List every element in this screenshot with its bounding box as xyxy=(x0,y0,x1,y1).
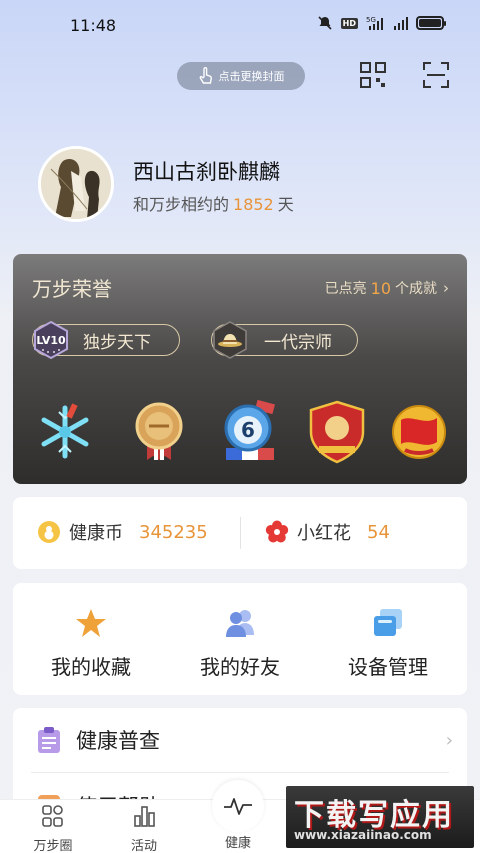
qr-code-icon[interactable] xyxy=(360,62,386,88)
honor-title-label: 一代宗师 xyxy=(264,332,332,353)
status-bar: 11:48 HD 5G xyxy=(0,0,480,52)
actions-card: 我的收藏 我的好友 设备管理 xyxy=(13,583,467,695)
red-flag-medal[interactable] xyxy=(387,400,451,464)
clipboard-icon xyxy=(38,727,60,753)
snowflake-medal[interactable] xyxy=(33,400,97,464)
watermark-logo: 下载写应用 www.xiazaiinao.com xyxy=(286,786,474,848)
red-flower-label: 小红花 xyxy=(297,523,351,544)
divider xyxy=(240,517,241,549)
change-cover-button[interactable]: 点击更换封面 xyxy=(177,62,305,90)
honor-card[interactable]: 万步荣誉 已点亮 10 个成就 › LV10 独步天下 一代宗师 6 xyxy=(13,254,467,484)
signal-bars-icon xyxy=(394,17,408,30)
health-center-button[interactable] xyxy=(212,780,264,832)
health-coin-label: 健康币 xyxy=(69,523,123,544)
devices-icon xyxy=(374,609,402,636)
achievements-prefix: 已点亮 xyxy=(324,281,367,297)
honor-title-label: 独步天下 xyxy=(83,332,151,353)
achievements-suffix: 个成就 xyxy=(395,281,437,297)
avatar-image xyxy=(41,149,111,219)
health-survey-label: 健康普查 xyxy=(76,729,160,753)
scan-icon[interactable] xyxy=(423,62,449,88)
tab-circle[interactable]: 万步圈 xyxy=(13,804,93,853)
status-time: 11:48 xyxy=(70,16,117,35)
svg-text:6: 6 xyxy=(241,418,255,442)
health-coin-value: 345235 xyxy=(139,521,208,543)
friends-icon xyxy=(226,610,254,637)
friends-button[interactable]: 我的好友 xyxy=(170,607,310,680)
red-flower-icon xyxy=(265,520,289,543)
star-icon xyxy=(76,609,106,637)
favorites-label: 我的收藏 xyxy=(51,655,131,679)
divider xyxy=(31,772,449,773)
device-management-label: 设备管理 xyxy=(348,655,428,679)
signal-5g-icon: 5G xyxy=(366,16,383,30)
device-management-button[interactable]: 设备管理 xyxy=(318,607,458,680)
tab-activity[interactable]: 活动 xyxy=(104,804,184,853)
honor-title: 万步荣誉 xyxy=(32,277,112,301)
profile-name: 西山古刹卧麒麟 xyxy=(133,160,280,184)
hd-badge: HD xyxy=(340,17,358,29)
achievements-count: 10 xyxy=(370,278,391,298)
tab-health-label: 健康 xyxy=(224,836,251,851)
tab-circle-label: 万步圈 xyxy=(33,839,73,853)
svg-text:5G: 5G xyxy=(366,16,376,24)
honor-title-pill[interactable]: LV10 独步天下 xyxy=(32,320,180,360)
number-6-medal[interactable]: 6 xyxy=(218,400,282,464)
achievements-link[interactable]: 已点亮 10 个成就 › xyxy=(325,278,449,298)
friends-label: 我的好友 xyxy=(200,655,280,679)
master-hat-icon xyxy=(213,321,247,359)
watermark-url: www.xiazaiinao.com xyxy=(294,828,432,842)
svg-text:LV10: LV10 xyxy=(36,334,66,347)
days-prefix: 和万步相约的 xyxy=(133,195,230,214)
coins-card: 健康币 345235 小红花 54 xyxy=(13,497,467,569)
list-item-health-survey[interactable]: 健康普查 › xyxy=(13,708,467,772)
chevron-right-icon: › xyxy=(445,729,453,751)
heartbeat-icon xyxy=(224,798,252,815)
profile-days-text: 和万步相约的 1852 天 xyxy=(133,191,294,215)
tap-hand-icon xyxy=(199,67,212,84)
activity-bars-icon xyxy=(134,806,155,827)
tab-health[interactable]: 健康 xyxy=(198,832,278,851)
change-cover-label: 点击更换封面 xyxy=(218,70,285,83)
gourd-coin-icon xyxy=(38,521,60,543)
red-flower-value: 54 xyxy=(367,521,390,543)
shield-medal[interactable] xyxy=(305,400,369,464)
battery-icon xyxy=(416,16,446,30)
bronze-medal[interactable] xyxy=(127,400,191,464)
lv10-badge-icon: LV10 xyxy=(34,320,68,360)
favorites-button[interactable]: 我的收藏 xyxy=(21,607,161,680)
avatar[interactable] xyxy=(38,146,114,222)
chevron-right-icon: › xyxy=(443,279,449,297)
health-coin-item[interactable]: 健康币 345235 xyxy=(37,519,208,545)
status-icons: HD 5G xyxy=(317,15,446,31)
days-suffix: 天 xyxy=(277,195,294,214)
circle-community-icon xyxy=(42,805,63,827)
days-count: 1852 xyxy=(233,195,274,214)
honor-title-pill[interactable]: 一代宗师 xyxy=(211,321,358,359)
tab-activity-label: 活动 xyxy=(130,839,157,853)
bell-off-icon xyxy=(318,16,332,30)
red-flower-item[interactable]: 小红花 54 xyxy=(265,519,390,545)
